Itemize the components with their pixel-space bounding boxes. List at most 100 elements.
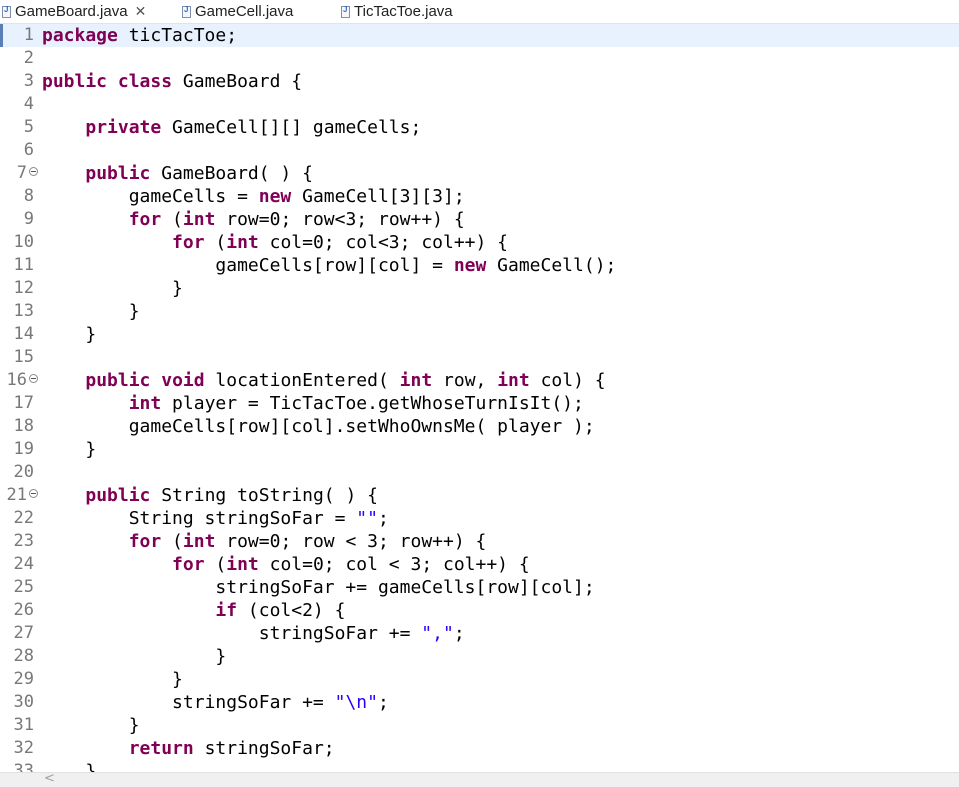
editor-tab-bar: GameBoard.java ✕ GameCell.java TicTacToe… [0, 0, 959, 24]
code-line[interactable]: 24 for (int col=0; col < 3; col++) { [0, 553, 959, 576]
line-number: 22 [13, 508, 34, 528]
line-number: 23 [13, 531, 34, 551]
line-number: 11 [13, 255, 34, 275]
code-text[interactable]: } [42, 300, 140, 323]
code-line[interactable]: 9 for (int row=0; row<3; row++) { [0, 208, 959, 231]
code-line[interactable]: 14 } [0, 323, 959, 346]
code-line[interactable]: 13 } [0, 300, 959, 323]
code-editor[interactable]: 1 package ticTacToe; 2 3 public class GameBo… [0, 24, 959, 772]
line-number: 5 [23, 117, 34, 137]
code-text[interactable]: int player = TicTacToe.getWhoseTurnIsIt(… [42, 392, 584, 415]
horizontal-scrollbar[interactable]: < [0, 771, 959, 787]
line-number: 13 [13, 301, 34, 321]
code-line[interactable]: 4 [0, 93, 959, 116]
code-line[interactable]: 12 } [0, 277, 959, 300]
line-number: 3 [23, 71, 34, 91]
line-number: 1 [23, 25, 34, 45]
code-text[interactable]: } [42, 714, 140, 737]
line-number: 9 [23, 209, 34, 229]
tab-label: GameCell.java [195, 3, 294, 20]
code-text[interactable]: for (int col=0; col < 3; col++) { [42, 553, 530, 576]
code-text[interactable]: stringSoFar += "\n"; [42, 691, 389, 714]
code-line[interactable]: 8 gameCells = new GameCell[3][3]; [0, 185, 959, 208]
line-number: 4 [23, 94, 34, 114]
code-text[interactable]: } [42, 323, 96, 346]
code-text[interactable]: } [42, 645, 226, 668]
java-file-icon [341, 5, 350, 18]
code-line[interactable]: 28 } [0, 645, 959, 668]
code-text[interactable]: gameCells[row][col].setWhoOwnsMe( player… [42, 415, 595, 438]
code-text[interactable]: gameCells = new GameCell[3][3]; [42, 185, 465, 208]
code-text[interactable]: public class GameBoard { [42, 70, 302, 93]
code-text[interactable]: package ticTacToe; [42, 24, 237, 47]
scroll-left-icon[interactable]: < [44, 771, 55, 786]
close-tab-icon[interactable]: ✕ [135, 3, 147, 20]
code-line[interactable]: 18 gameCells[row][col].setWhoOwnsMe( pla… [0, 415, 959, 438]
line-number: 24 [13, 554, 34, 574]
fold-collapse-icon[interactable] [29, 489, 38, 498]
code-line[interactable]: 11 gameCells[row][col] = new GameCell(); [0, 254, 959, 277]
java-file-icon [2, 5, 11, 18]
code-text[interactable]: private GameCell[][] gameCells; [42, 116, 421, 139]
code-line[interactable]: 5 private GameCell[][] gameCells; [0, 116, 959, 139]
code-line[interactable]: 15 [0, 346, 959, 369]
line-number: 14 [13, 324, 34, 344]
line-number: 30 [13, 692, 34, 712]
code-text[interactable]: return stringSoFar; [42, 737, 335, 760]
fold-collapse-icon[interactable] [29, 374, 38, 383]
line-number: 25 [13, 577, 34, 597]
code-text[interactable]: stringSoFar += gameCells[row][col]; [42, 576, 594, 599]
code-text[interactable]: public void locationEntered( int row, in… [42, 369, 605, 392]
line-number: 19 [13, 439, 34, 459]
code-text[interactable]: } [42, 438, 96, 461]
code-line[interactable]: 6 [0, 139, 959, 162]
code-text[interactable]: } [42, 277, 183, 300]
code-line[interactable]: 23 for (int row=0; row < 3; row++) { [0, 530, 959, 553]
line-number: 16 [6, 370, 27, 390]
code-text[interactable]: for (int row=0; row<3; row++) { [42, 208, 465, 231]
tab-gameboard-java[interactable]: GameBoard.java ✕ [2, 0, 147, 23]
tab-tictactoe-java[interactable]: TicTacToe.java [341, 0, 453, 23]
code-line[interactable]: 20 [0, 461, 959, 484]
code-line[interactable]: 25 stringSoFar += gameCells[row][col]; [0, 576, 959, 599]
fold-collapse-icon[interactable] [29, 167, 38, 176]
code-line[interactable]: 3 public class GameBoard { [0, 70, 959, 93]
code-line[interactable]: 32 return stringSoFar; [0, 737, 959, 760]
code-text[interactable]: if (col<2) { [42, 599, 345, 622]
line-number: 26 [13, 600, 34, 620]
code-line[interactable]: 1 package ticTacToe; [0, 24, 959, 47]
code-line[interactable]: 30 stringSoFar += "\n"; [0, 691, 959, 714]
line-number: 15 [13, 347, 34, 367]
code-line[interactable]: 27 stringSoFar += ","; [0, 622, 959, 645]
code-line[interactable]: 26 if (col<2) { [0, 599, 959, 622]
tab-gamecell-java[interactable]: GameCell.java [182, 0, 293, 23]
code-line[interactable]: 21 public String toString( ) { [0, 484, 959, 507]
line-number: 10 [13, 232, 34, 252]
line-number: 8 [23, 186, 34, 206]
line-number: 32 [13, 738, 34, 758]
tab-label: TicTacToe.java [354, 3, 453, 20]
line-number: 28 [13, 646, 34, 666]
code-line[interactable]: 33 } [0, 760, 959, 772]
line-number: 33 [13, 761, 34, 772]
code-line[interactable]: 7 public GameBoard( ) { [0, 162, 959, 185]
code-text[interactable]: public GameBoard( ) { [42, 162, 313, 185]
code-line[interactable]: 31 } [0, 714, 959, 737]
code-line[interactable]: 16 public void locationEntered( int row,… [0, 369, 959, 392]
code-text[interactable]: String stringSoFar = ""; [42, 507, 389, 530]
code-line[interactable]: 2 [0, 47, 959, 70]
code-text[interactable]: public String toString( ) { [42, 484, 378, 507]
code-line[interactable]: 29 } [0, 668, 959, 691]
code-text[interactable]: for (int row=0; row < 3; row++) { [42, 530, 487, 553]
code-line[interactable]: 10 for (int col=0; col<3; col++) { [0, 231, 959, 254]
code-text[interactable]: for (int col=0; col<3; col++) { [42, 231, 508, 254]
code-text[interactable]: } [42, 668, 183, 691]
line-number: 29 [13, 669, 34, 689]
code-line[interactable]: 22 String stringSoFar = ""; [0, 507, 959, 530]
code-line[interactable]: 17 int player = TicTacToe.getWhoseTurnIs… [0, 392, 959, 415]
code-text[interactable]: stringSoFar += ","; [42, 622, 465, 645]
line-number: 31 [13, 715, 34, 735]
code-line[interactable]: 19 } [0, 438, 959, 461]
line-number: 7 [16, 163, 27, 183]
code-text[interactable]: gameCells[row][col] = new GameCell(); [42, 254, 616, 277]
